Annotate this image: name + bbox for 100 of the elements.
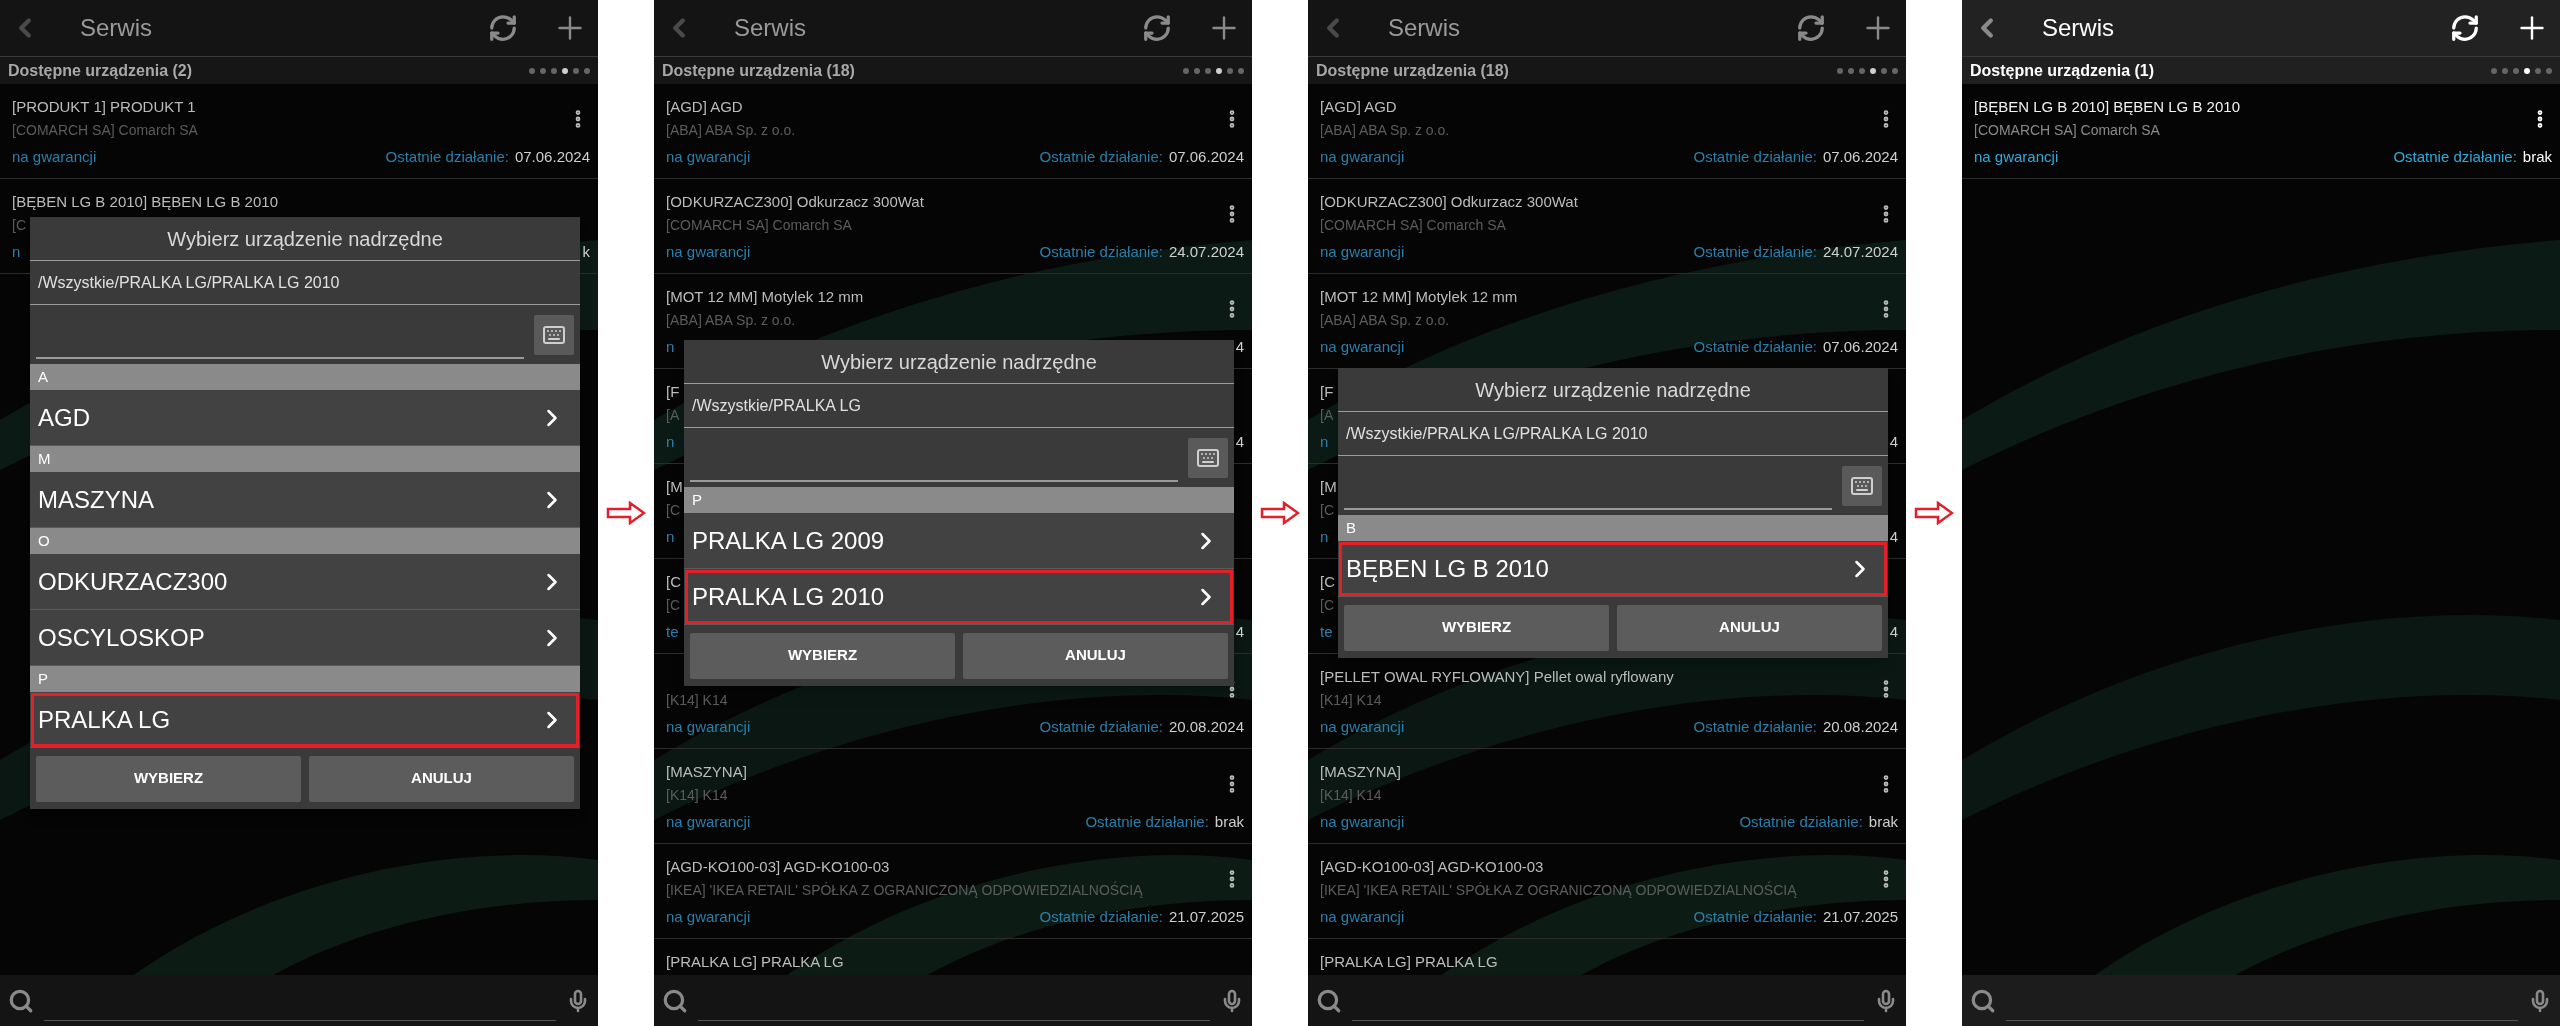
list-item[interactable]: BĘBEN LG B 2010 — [1338, 541, 1888, 597]
device-client: [A — [666, 405, 680, 425]
device-client: [K14] K14 — [666, 690, 728, 710]
section-header: B — [1338, 515, 1888, 541]
device-client: [C — [666, 500, 680, 520]
search-icon[interactable] — [1970, 987, 1996, 1014]
dialog-button[interactable]: WYBIERZ — [690, 632, 955, 679]
section-title: Dostępne urządzenia (18) — [1316, 60, 1509, 81]
device-client: [ABA] ABA Sp. z o.o. — [666, 120, 796, 140]
warranty-status: na gwarancji — [1320, 906, 1405, 927]
search-icon[interactable] — [1316, 987, 1342, 1014]
last-action-label: Ostatnie działanie: — [1039, 241, 1163, 262]
path-text: /Wszystkie/PRALKA LG/PRALKA LG 2010 — [38, 272, 340, 293]
dialog-title: Wybierz urządzenie nadrzędne — [1475, 377, 1751, 403]
list-item[interactable]: AGD — [30, 390, 580, 446]
last-action-label: Ostatnie działanie: — [1693, 906, 1817, 927]
list-item[interactable]: MASZYNA — [30, 472, 580, 528]
keyboard-button[interactable] — [534, 314, 574, 355]
warranty-status: n — [666, 336, 675, 357]
dialog-button[interactable]: ANULUJ — [963, 632, 1228, 679]
device-client: [C — [12, 215, 26, 235]
section-title: Dostępne urządzenia (1) — [1970, 60, 2155, 81]
path-text: /Wszystkie/PRALKA LG/PRALKA LG 2010 — [1346, 423, 1648, 444]
device-title: [PRALKA LG] PRALKA LG — [666, 951, 844, 972]
last-action-value: 24.07.2024 — [1822, 241, 1898, 262]
screen-title: Serwis — [2042, 13, 2114, 43]
device-title: [MOT 12 MM] Motylek 12 mm — [1320, 286, 1518, 307]
device-client: [K14] K14 — [1320, 785, 1382, 805]
dialog-button[interactable]: ANULUJ — [309, 755, 574, 802]
device-client: [ABA] ABA Sp. z o.o. — [1320, 310, 1450, 330]
device-title: [PRODUKT 1] PRODUKT 1 — [12, 96, 196, 117]
warranty-status: na gwarancji — [1320, 146, 1405, 167]
device-title: [PELLET OWAL RYFLOWANY] Pellet owal ryflowany — [1320, 666, 1674, 687]
last-action-value: 4 — [1889, 431, 1898, 452]
last-action-value: brak — [1868, 811, 1898, 832]
warranty-status: na gwarancji — [666, 146, 751, 167]
last-action-value: 4 — [1235, 431, 1244, 452]
device-title: [MASZYNA] — [1320, 761, 1401, 782]
last-action-value: 07.06.2024 — [1822, 146, 1898, 167]
list-item[interactable]: ODKURZACZ300 — [30, 554, 580, 610]
device-client: [ABA] ABA Sp. z o.o. — [1320, 120, 1450, 140]
path-text: /Wszystkie/PRALKA LG — [692, 395, 861, 416]
refresh-icon[interactable] — [2450, 13, 2480, 43]
section-header: O — [30, 528, 580, 554]
device-client: [C — [666, 595, 680, 615]
last-action-value: 24.07.2024 — [1168, 241, 1244, 262]
device-client: [IKEA] 'IKEA RETAIL' SPÓŁKA Z OGRANICZONĄ ODPOWIEDZIALNOŚCIĄ — [1320, 880, 1797, 900]
device-title: [ODKURZACZ300] Odkurzacz 300Wat — [1320, 191, 1578, 212]
device-title: [C — [666, 571, 681, 592]
warranty-status: na gwarancji — [1974, 146, 2059, 167]
search-icon[interactable] — [662, 987, 688, 1014]
warranty-status: na gwarancji — [666, 241, 751, 262]
warranty-status: na gwarancji — [12, 146, 97, 167]
list-item[interactable]: PRALKA LG 2009 — [684, 513, 1234, 569]
device-client: [C — [1320, 595, 1334, 615]
dialog-title: Wybierz urządzenie nadrzędne — [167, 226, 443, 252]
last-action-value: 4 — [1235, 336, 1244, 357]
dialog-button[interactable]: WYBIERZ — [1344, 604, 1609, 651]
warranty-status: na gwarancji — [1320, 241, 1405, 262]
list-item[interactable]: PRALKA LG — [30, 692, 580, 748]
device-title: [AGD] AGD — [1320, 96, 1397, 117]
keyboard-button[interactable] — [1842, 465, 1882, 506]
dialog-button[interactable]: ANULUJ — [1617, 604, 1882, 651]
last-action-value: 20.08.2024 — [1168, 716, 1244, 737]
device-title: [M — [1320, 476, 1337, 497]
right-arrow-icon — [1260, 501, 1300, 525]
last-action-value: 4 — [1889, 526, 1898, 547]
list-item[interactable]: PRALKA LG 2010 — [684, 569, 1234, 625]
last-action-value: 07.06.2024 — [1822, 336, 1898, 357]
device-title: [PRALKA LG] PRALKA LG — [1320, 951, 1498, 972]
device-title: [AGD-KO100-03] AGD-KO100-03 — [1320, 856, 1544, 877]
warranty-status: n — [666, 526, 675, 547]
last-action-label: Ostatnie działanie: — [1693, 716, 1817, 737]
device-title: [AGD] AGD — [666, 96, 743, 117]
last-action-label: Ostatnie działanie: — [1739, 811, 1863, 832]
search-icon[interactable] — [8, 987, 34, 1014]
device-client: [IKEA] 'IKEA RETAIL' SPÓŁKA Z OGRANICZONĄ ODPOWIEDZIALNOŚCIĄ — [666, 880, 1143, 900]
device-client: [COMARCH SA] Comarch SA — [12, 120, 198, 140]
keyboard-button[interactable] — [1188, 437, 1228, 478]
warranty-status: na gwarancji — [666, 811, 751, 832]
section-header: P — [684, 487, 1234, 513]
warranty-status: na gwarancji — [1320, 716, 1405, 737]
device-title: [MASZYNA] — [666, 761, 747, 782]
last-action-value: 4 — [1889, 621, 1898, 642]
last-action-value: 21.07.2025 — [1168, 906, 1244, 927]
section-header: A — [30, 364, 580, 390]
device-client: [A — [1320, 405, 1334, 425]
list-item[interactable]: OSCYLOSKOP — [30, 610, 580, 666]
last-action-value: 21.07.2025 — [1822, 906, 1898, 927]
warranty-status: n — [1320, 431, 1329, 452]
dialog-button[interactable]: WYBIERZ — [36, 755, 301, 802]
warranty-status: na gwarancji — [666, 906, 751, 927]
warranty-status: n — [1320, 526, 1329, 547]
device-title: [F — [1320, 381, 1334, 402]
last-action-label: Ostatnie działanie: — [1039, 716, 1163, 737]
last-action-value: brak — [1214, 811, 1244, 832]
section-header: M — [30, 446, 580, 472]
last-action-value: 4 — [1235, 621, 1244, 642]
screen-title: Serwis — [1388, 13, 1460, 43]
device-client: [K14] K14 — [1320, 690, 1382, 710]
